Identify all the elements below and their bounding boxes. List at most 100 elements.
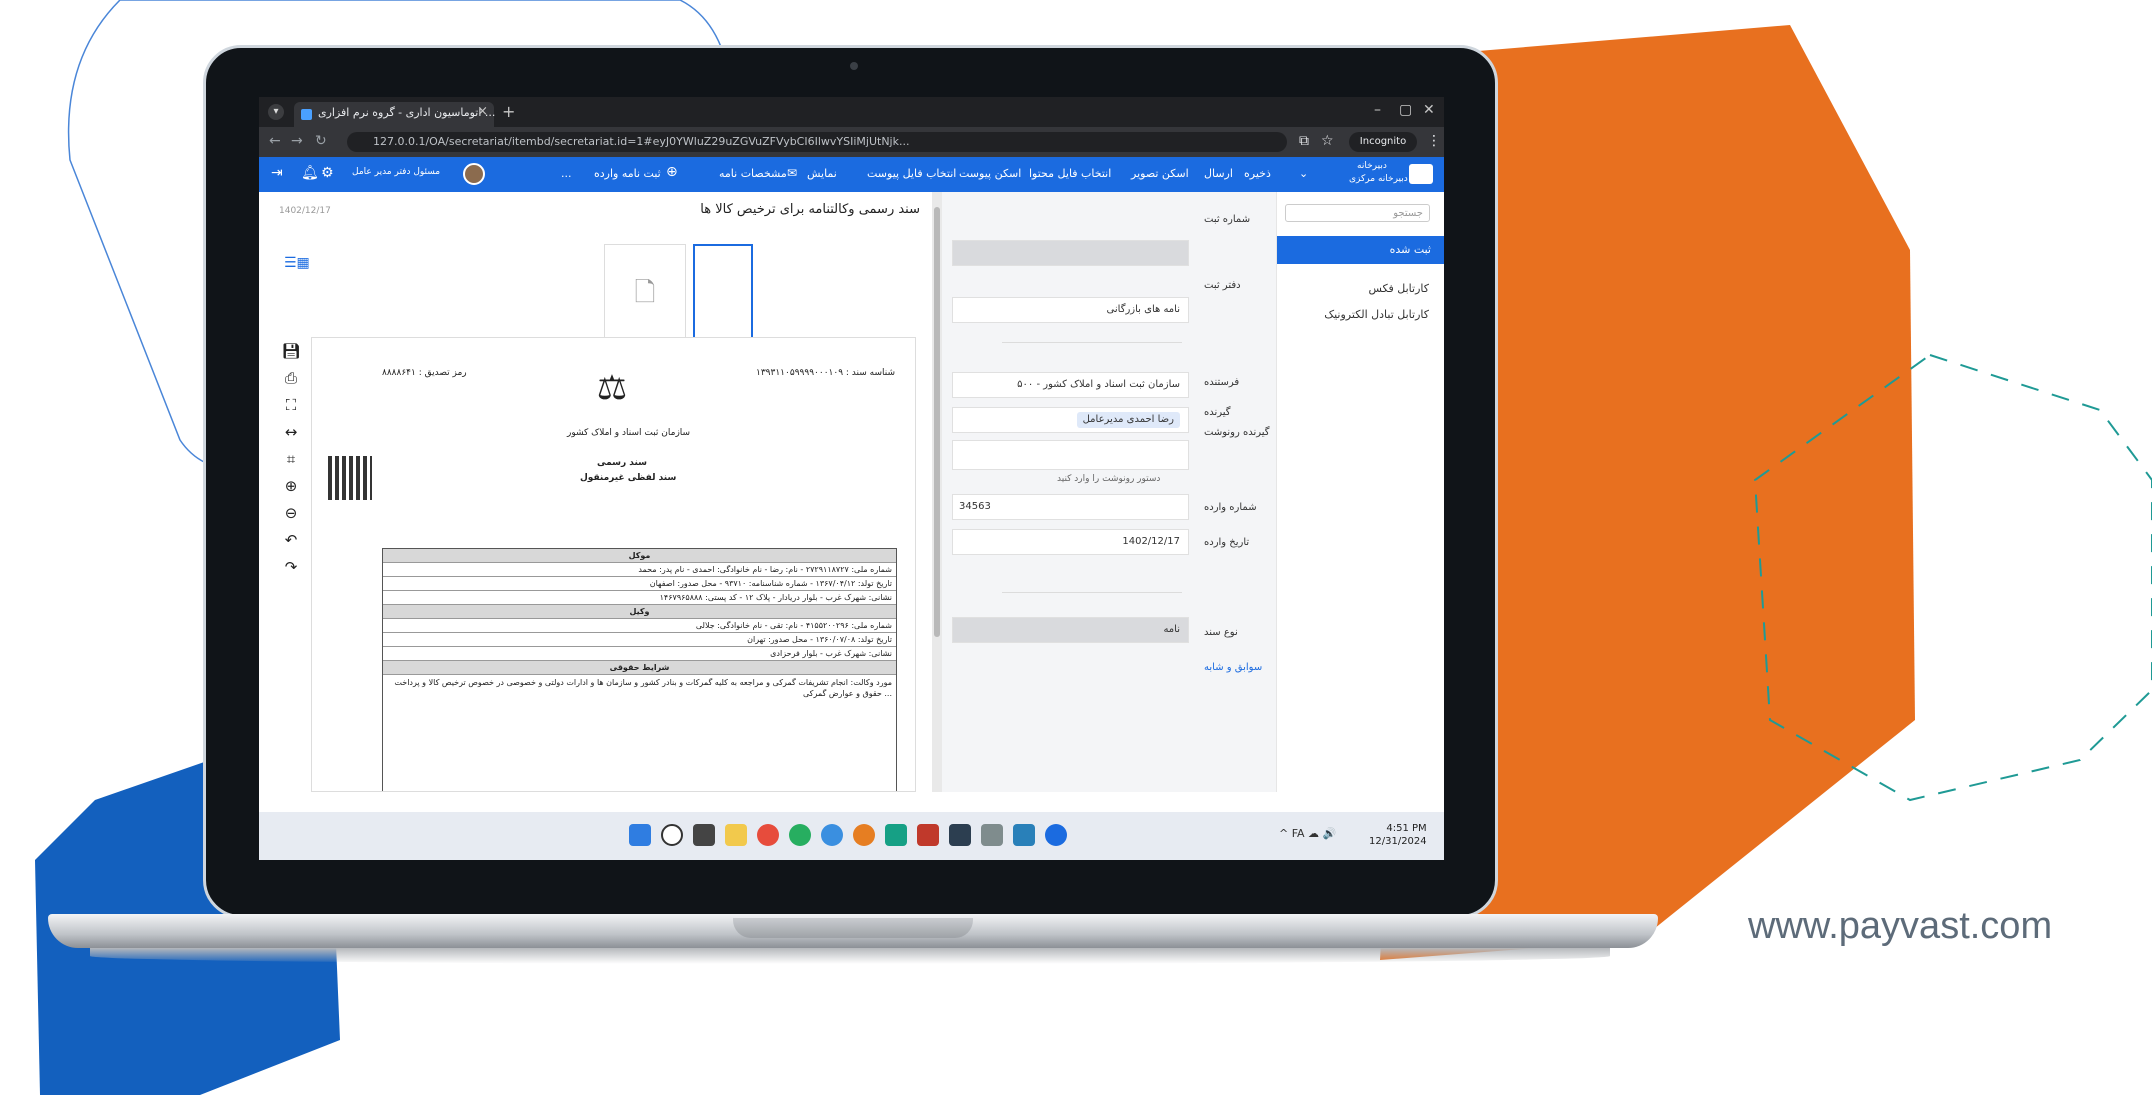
history-link[interactable]: سوابق و شابه	[1204, 662, 1262, 673]
taskbar-apps	[629, 824, 1067, 846]
recipient-field[interactable]: رضا احمدی مدیرعامل	[952, 407, 1189, 433]
letter-details-button[interactable]: مشخصات نامه	[719, 167, 787, 180]
registry-book-field[interactable]: نامه های بازرگانی	[952, 297, 1189, 323]
select-content-file-button[interactable]: انتخاب فایل محتوا	[1029, 167, 1111, 180]
browser-menu-icon[interactable]: ⋮	[1427, 133, 1441, 149]
browser-icon[interactable]	[757, 824, 779, 846]
app-icon[interactable]	[949, 824, 971, 846]
tab-close-icon[interactable]: ×	[477, 104, 488, 119]
incoming-date-field[interactable]: 1402/12/17	[952, 529, 1189, 555]
reload-icon[interactable]: ↻	[315, 133, 327, 149]
field-label: گیرنده	[1204, 407, 1231, 418]
system-tray[interactable]: ^ FA ☁ 🔊	[1279, 827, 1336, 840]
chrome-icon[interactable]	[789, 824, 811, 846]
pdf-icon[interactable]	[917, 824, 939, 846]
rotate-right-icon[interactable]: ↷	[281, 558, 301, 585]
scrollbar-thumb[interactable]	[934, 207, 940, 637]
print-icon[interactable]: ⎙	[281, 369, 301, 396]
settings-gear-icon[interactable]: ⚙	[321, 165, 334, 181]
tab-title: اتوماسیون اداری - گروه نرم افزاری ...	[318, 106, 496, 119]
file-explorer-icon[interactable]	[725, 824, 747, 846]
chrome-icon[interactable]	[1045, 824, 1067, 846]
sidebar-item-fax[interactable]: کارتابل فکس	[1368, 282, 1429, 295]
view-button[interactable]: نمایش	[807, 167, 837, 180]
browser-tab[interactable]: اتوماسیون اداری - گروه نرم افزاری ... ×	[294, 102, 496, 127]
laptop-frame: ▾ اتوماسیون اداری - گروه نرم افزاری ... …	[203, 45, 1498, 918]
chrome-icon[interactable]	[821, 824, 843, 846]
letter-form: شماره ثبت دفتر ثبت نامه های بازرگانی فرس…	[942, 192, 1276, 792]
extension-icon[interactable]: ⧉	[1299, 133, 1309, 149]
tab-menu-button[interactable]: ▾	[268, 104, 284, 120]
app-icon[interactable]	[981, 824, 1003, 846]
zoom-out-icon[interactable]: ⊖	[281, 504, 301, 531]
task-view-icon[interactable]	[693, 824, 715, 846]
new-tab-button[interactable]: +	[502, 102, 515, 121]
brand-title: دبیرخانه	[1357, 161, 1387, 171]
recipient-chip[interactable]: رضا احمدی مدیرعامل	[1076, 412, 1180, 428]
table-row: تاریخ تولد: ۱۳۶۰/۰۷/۰۸ - محل صدور: تهران	[383, 633, 896, 647]
save-button[interactable]: ذخیره	[1244, 167, 1271, 180]
grid-view-icon[interactable]: ☰▦	[284, 255, 310, 271]
app-icon[interactable]	[885, 824, 907, 846]
incoming-number-field[interactable]: 34563	[952, 494, 1189, 520]
field-label: نوع سند	[1204, 627, 1238, 638]
table-row: شماره ملی: ۴۱۵۵۲۰۰۲۹۶ - نام: تقی - نام خ…	[383, 619, 896, 633]
document-type-select[interactable]: نامه	[952, 617, 1189, 643]
page-thumbnail[interactable]	[693, 244, 753, 344]
maximize-button[interactable]: ▢	[1399, 102, 1412, 118]
select-attachment-file-button[interactable]: انتخاب فایل پیوست	[867, 167, 956, 180]
notification-bell-icon[interactable]: 🔔︎	[301, 165, 319, 181]
divider	[1002, 592, 1182, 593]
screen: ▾ اتوماسیون اداری - گروه نرم افزاری ... …	[259, 97, 1444, 860]
rotate-left-icon[interactable]: ↶	[281, 531, 301, 558]
field-label: فرستنده	[1204, 377, 1240, 388]
logout-icon[interactable]: ⇥	[271, 165, 283, 181]
browser-addressbar: ← → ↻ 127.0.0.1/OA/secretariat/itembd/se…	[259, 127, 1444, 157]
avatar[interactable]	[463, 163, 485, 185]
website-url[interactable]: www.payvast.com	[1748, 905, 2052, 948]
back-icon[interactable]: ←	[269, 133, 281, 149]
registration-number-field[interactable]	[952, 240, 1189, 266]
sidebar-search-input[interactable]: جستجو	[1285, 204, 1430, 222]
search-icon[interactable]	[661, 824, 683, 846]
terms-text: مورد وکالت: انجام تشریفات گمرکی و مراجعه…	[394, 678, 892, 698]
send-button[interactable]: ارسال	[1204, 167, 1233, 180]
sidebar-item-electronic-exchange[interactable]: کارتابل تبادل الکترونیک	[1324, 308, 1429, 321]
organization-name: سازمان ثبت اسناد و املاک کشور	[567, 428, 691, 438]
cc-hint: دستور رونوشت را وارد کنید	[1057, 474, 1161, 484]
table-row: تاریخ تولد: ۱۳۶۷/۰۴/۱۲ - شماره شناسنامه:…	[383, 577, 896, 591]
scan-attachment-button[interactable]: اسکن پیوست	[959, 167, 1021, 180]
fit-page-icon[interactable]: ⌗	[281, 450, 301, 477]
cc-recipient-field[interactable]	[952, 440, 1189, 470]
scan-image-button[interactable]: اسکن تصویر	[1131, 167, 1189, 180]
add-page-thumbnail[interactable]: 🗋	[604, 244, 686, 344]
chevron-down-icon[interactable]: ⌄	[1299, 167, 1308, 180]
mail-icon: ✉	[787, 166, 798, 180]
divider	[1002, 342, 1182, 343]
document-subtitle: سند لفظی غیرمنقول	[580, 473, 677, 483]
incognito-badge[interactable]: Incognito	[1349, 132, 1417, 152]
forward-icon[interactable]: →	[291, 133, 303, 149]
clock[interactable]: 4:51 PM 12/31/2024	[1369, 822, 1427, 848]
bookmark-star-icon[interactable]: ☆	[1321, 133, 1334, 149]
close-window-button[interactable]: ✕	[1423, 102, 1435, 118]
laptop-shadow	[90, 948, 1610, 964]
sidebar-item-registered[interactable]: ثبت شده	[1277, 236, 1444, 264]
register-incoming-button[interactable]: ثبت نامه وارده	[594, 167, 661, 180]
fullscreen-icon[interactable]: ⛶	[281, 396, 301, 423]
add-circle-icon[interactable]: ⊕	[666, 164, 678, 180]
user-role[interactable]: مسئول دفتر مدیر عامل	[352, 167, 440, 177]
app-icon[interactable]	[1013, 824, 1035, 846]
document-viewer: سند رسمی وکالتنامه برای ترخیص کالا ها 14…	[259, 192, 932, 792]
chrome-icon[interactable]	[853, 824, 875, 846]
minimize-button[interactable]: –	[1374, 102, 1381, 118]
sender-field[interactable]: ۵۰۰ - سازمان ثبت اسناد و املاک کشور	[952, 372, 1189, 398]
viewer-tools: 💾︎ ⎙ ⛶ ↔ ⌗ ⊕ ⊖ ↶ ↷	[281, 342, 301, 585]
fit-width-icon[interactable]: ↔	[281, 423, 301, 450]
table-row: نشانی: شهرک غرب - بلوار دریادار - پلاک ۱…	[383, 591, 896, 605]
start-icon[interactable]	[629, 824, 651, 846]
save-icon[interactable]: 💾︎	[281, 342, 301, 369]
more-button[interactable]: ...	[561, 167, 572, 180]
url-field[interactable]: 127.0.0.1/OA/secretariat/itembd/secretar…	[347, 132, 1287, 152]
zoom-in-icon[interactable]: ⊕	[281, 477, 301, 504]
